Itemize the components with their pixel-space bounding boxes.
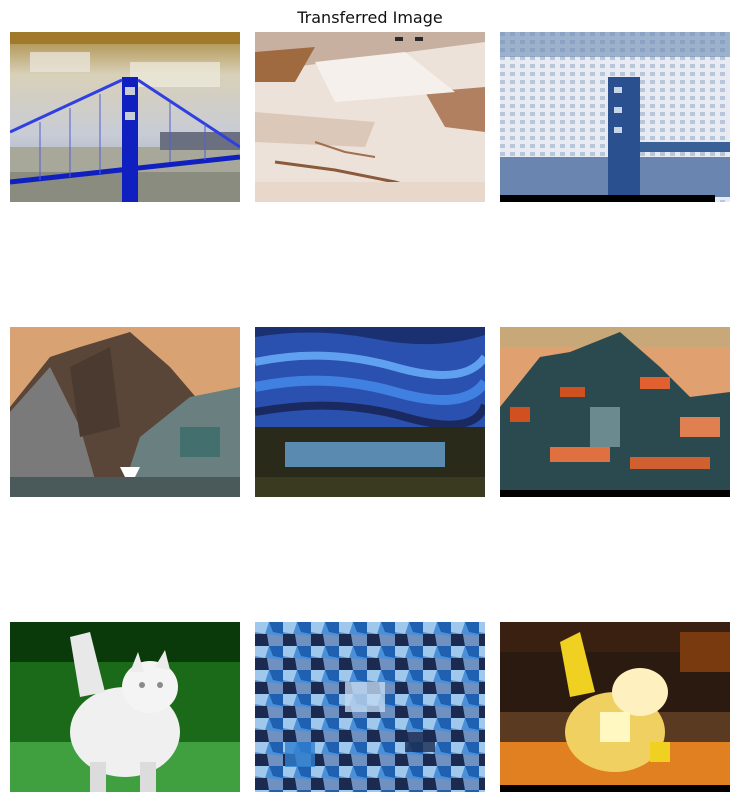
image-bridge-transferred xyxy=(500,32,730,202)
image-sepia-style xyxy=(255,32,485,202)
image-bridge-content xyxy=(10,32,240,202)
image-mountains-content xyxy=(10,327,240,497)
figure-title: Transferred Image xyxy=(297,8,443,27)
image-starry-night-style xyxy=(255,327,485,497)
image-mountains-transferred xyxy=(500,327,730,497)
image-white-cat-content xyxy=(10,622,240,792)
image-blue-mosaic-style xyxy=(255,622,485,792)
image-cat-transferred xyxy=(500,622,730,792)
